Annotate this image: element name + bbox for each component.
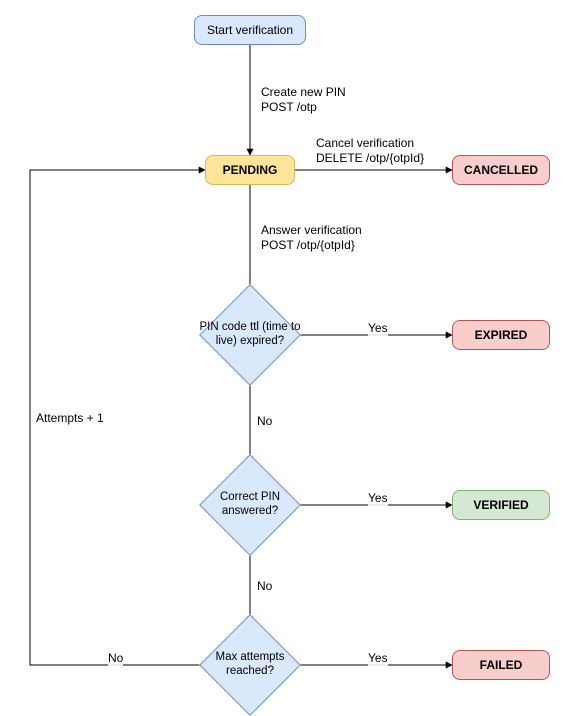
- verified-label: VERIFIED: [473, 498, 528, 512]
- edge-max-no-label: No: [108, 651, 123, 666]
- start-node: Start verification: [194, 15, 306, 45]
- edge-attempts-label: Attempts + 1: [36, 411, 104, 426]
- edge-create-label: Create new PIN POST /otp: [261, 85, 346, 115]
- ttl-label: PIN code ttl (time to live) expired?: [194, 321, 306, 349]
- edge-max-yes-label: Yes: [368, 651, 388, 666]
- edge-correct-no-label: No: [257, 579, 272, 594]
- correct-decision-text: Correct PIN answered?: [198, 469, 302, 541]
- correct-label: Correct PIN answered?: [200, 491, 300, 519]
- ttl-decision-text: PIN code ttl (time to live) expired?: [192, 299, 308, 371]
- cancelled-label: CANCELLED: [464, 163, 538, 177]
- expired-node: EXPIRED: [452, 320, 550, 350]
- start-label: Start verification: [207, 23, 293, 37]
- edge-cancel-label: Cancel verification DELETE /otp/{otpId}: [316, 136, 424, 166]
- cancelled-node: CANCELLED: [452, 155, 550, 185]
- pending-label: PENDING: [223, 163, 278, 177]
- failed-node: FAILED: [452, 650, 550, 680]
- max-decision-text: Max attempts reached?: [200, 629, 300, 701]
- edge-correct-yes-label: Yes: [368, 491, 388, 506]
- edge-ttl-yes-label: Yes: [368, 321, 388, 336]
- edge-answer-label: Answer verification POST /otp/{otpId}: [261, 223, 362, 253]
- verified-node: VERIFIED: [452, 490, 550, 520]
- pending-node: PENDING: [205, 155, 295, 185]
- max-label: Max attempts reached?: [202, 651, 298, 679]
- edge-ttl-no-label: No: [257, 414, 272, 429]
- failed-label: FAILED: [480, 658, 523, 672]
- expired-label: EXPIRED: [475, 328, 528, 342]
